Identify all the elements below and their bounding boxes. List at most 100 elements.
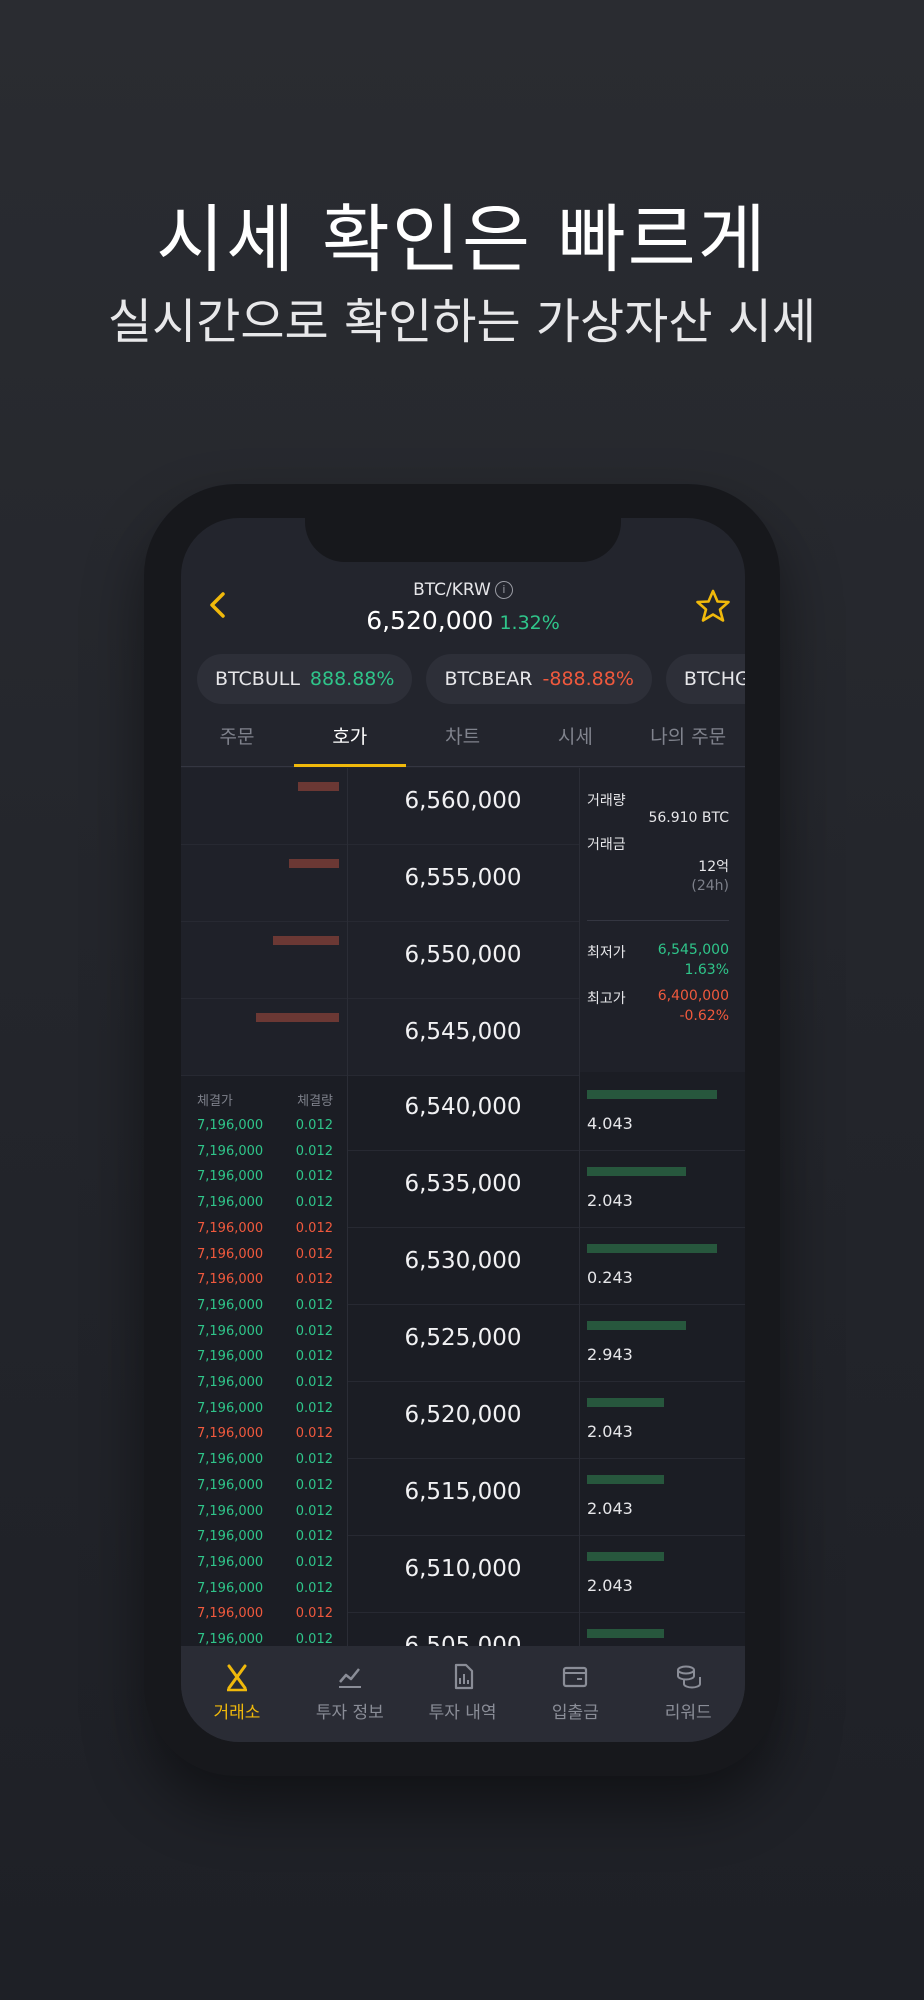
nav-label: 입출금 bbox=[551, 1703, 599, 1723]
nav-item-1[interactable]: 투자 정보 bbox=[294, 1656, 406, 1736]
trade-price: 7,196,000 bbox=[197, 1606, 264, 1622]
order-book: 거래량 56.910 BTC 거래금 12억 (24h) 최저가 6,545,0… bbox=[181, 768, 745, 1690]
bid-depth-bar bbox=[587, 1475, 664, 1484]
chip-name: BTCHG bbox=[683, 668, 745, 690]
hero-title: 시세 확인은 빠르게 bbox=[156, 197, 768, 283]
chip-btcbull[interactable]: BTCBULL 888.88% bbox=[197, 654, 413, 704]
chip-change: 888.88% bbox=[309, 668, 395, 690]
ask-row[interactable]: 0.2336,560,000 bbox=[181, 768, 579, 845]
bid-quantity: 0.243 bbox=[587, 1268, 633, 1287]
trade-row: 7,196,000 0.012 bbox=[197, 1272, 333, 1296]
chip-change: -888.88% bbox=[542, 668, 634, 690]
tab-2[interactable]: 차트 bbox=[407, 714, 519, 766]
trade-row: 7,196,000 0.012 bbox=[197, 1247, 333, 1271]
document-icon bbox=[454, 1663, 473, 1690]
bid-depth-bar bbox=[587, 1629, 664, 1638]
trade-price: 7,196,000 bbox=[197, 1118, 264, 1133]
chart-trend-icon bbox=[338, 1668, 361, 1688]
detail-tabs: 주문 호가 차트 시세 나의 주문 bbox=[181, 714, 745, 767]
nav-item-2[interactable]: 투자 내역 bbox=[407, 1656, 519, 1736]
phone-screen: BTC/KRW i 6,520,000 1.32% BTCBULL 888.88% BT… bbox=[181, 518, 745, 1742]
bid-price: 6,530,000 bbox=[404, 1248, 522, 1274]
bid-row[interactable]: 6,520,000 2.043 bbox=[347, 1382, 745, 1459]
bid-quantity: 2.043 bbox=[587, 1422, 633, 1441]
bid-row[interactable]: 6,530,000 0.243 bbox=[347, 1228, 745, 1305]
trade-quantity: 0.012 bbox=[295, 1118, 333, 1133]
amount-period: (24h) bbox=[691, 878, 729, 894]
ask-price: 6,550,000 bbox=[404, 942, 522, 968]
trade-quantity: 0.012 bbox=[295, 1143, 333, 1159]
price-value: 6,520,000 bbox=[366, 606, 494, 635]
tab-3[interactable]: 시세 bbox=[519, 714, 631, 766]
nav-item-0[interactable]: 거래소 bbox=[181, 1656, 293, 1736]
bid-row[interactable]: 6,515,000 2.043 bbox=[347, 1459, 745, 1536]
trade-row: 7,196,000 0.012 bbox=[197, 1504, 333, 1528]
ask-row[interactable]: 0.2336,555,000 bbox=[181, 845, 579, 922]
ask-price: 6,560,000 bbox=[404, 788, 522, 814]
trade-price: 7,196,000 bbox=[197, 1297, 264, 1313]
trade-price: 7,196,000 bbox=[197, 1375, 264, 1390]
trade-quantity: 0.012 bbox=[295, 1246, 333, 1262]
trade-row: 7,196,000 0.012 bbox=[197, 1349, 333, 1373]
trade-quantity: 0.012 bbox=[295, 1323, 333, 1339]
bid-depth-bar bbox=[587, 1244, 717, 1253]
nav-label: 투자 내역 bbox=[428, 1703, 497, 1723]
trade-quantity: 0.012 bbox=[295, 1375, 333, 1390]
bid-price: 6,525,000 bbox=[404, 1325, 522, 1351]
coins-icon bbox=[677, 1665, 702, 1689]
bid-row[interactable]: 6,535,000 2.043 bbox=[347, 1151, 745, 1228]
trade-price: 7,196,000 bbox=[197, 1503, 264, 1519]
trade-quantity: 0.012 bbox=[295, 1632, 333, 1647]
chip-btcbear[interactable]: BTCBEAR -888.88% bbox=[426, 654, 652, 704]
info-icon[interactable]: i bbox=[494, 581, 513, 599]
market-stats-panel: 거래량 56.910 BTC 거래금 12억 (24h) 최저가 6,545,0… bbox=[579, 768, 745, 1072]
bid-row[interactable]: 6,540,000 4.043 bbox=[347, 1074, 745, 1151]
tab-0[interactable]: 주문 bbox=[181, 714, 293, 766]
ask-depth-bar bbox=[298, 782, 339, 791]
trade-price: 7,196,000 bbox=[197, 1246, 264, 1262]
trade-price: 7,196,000 bbox=[197, 1195, 264, 1211]
bid-quantity: 2.943 bbox=[587, 1345, 633, 1364]
trade-quantity: 0.012 bbox=[295, 1297, 333, 1313]
trade-price: 7,196,000 bbox=[197, 1426, 264, 1442]
market-pair[interactable]: BTC/KRW i bbox=[181, 580, 745, 600]
chip-name: BTCBULL bbox=[215, 668, 300, 690]
bid-row[interactable]: 6,525,000 2.943 bbox=[347, 1305, 745, 1382]
bid-price: 6,515,000 bbox=[404, 1479, 522, 1505]
tab-4[interactable]: 나의 주문 bbox=[632, 714, 744, 766]
trade-quantity: 0.012 bbox=[295, 1220, 333, 1236]
ask-row[interactable]: 4.0436,545,000 bbox=[181, 999, 579, 1076]
trade-quantity: 0.012 bbox=[295, 1426, 333, 1442]
low-value: 6,545,000 bbox=[657, 942, 729, 958]
tab-1[interactable]: 호가 bbox=[293, 714, 406, 767]
ask-row[interactable]: 3.3426,550,000 bbox=[181, 922, 579, 999]
trade-quantity: 0.012 bbox=[295, 1477, 333, 1493]
bottom-navigation: 거래소 투자 정보 투자 내역 입출금 리워드 bbox=[181, 1646, 745, 1742]
trade-row: 7,196,000 0.012 bbox=[197, 1221, 333, 1245]
amount-label: 거래금 bbox=[587, 837, 626, 853]
high-label: 최고가 bbox=[587, 991, 626, 1007]
nav-item-4[interactable]: 리워드 bbox=[632, 1656, 744, 1736]
price-change: 1.32% bbox=[499, 612, 560, 634]
bid-depth-bar bbox=[587, 1321, 686, 1330]
trade-quantity: 0.012 bbox=[295, 1169, 333, 1185]
trade-price: 7,196,000 bbox=[197, 1477, 264, 1493]
trade-row: 7,196,000 0.012 bbox=[197, 1195, 333, 1219]
bid-price: 6,535,000 bbox=[404, 1171, 522, 1197]
bid-price: 6,520,000 bbox=[404, 1402, 522, 1428]
nav-item-3[interactable]: 입출금 bbox=[519, 1656, 631, 1736]
trade-row: 7,196,000 0.012 bbox=[197, 1298, 333, 1322]
wallet-icon bbox=[563, 1666, 588, 1688]
high-percent: -0.62% bbox=[679, 1008, 729, 1024]
ask-depth-bar bbox=[273, 936, 339, 945]
chip-btchg[interactable]: BTCHG- bbox=[665, 654, 745, 704]
trade-price-header: 체결가 bbox=[197, 1094, 233, 1109]
bid-row[interactable]: 6,510,000 2.043 bbox=[347, 1536, 745, 1613]
ask-depth-bar bbox=[256, 1013, 339, 1022]
trade-price: 7,196,000 bbox=[197, 1580, 264, 1596]
bid-price: 6,540,000 bbox=[404, 1094, 522, 1120]
ask-depth-bar bbox=[289, 859, 339, 868]
volume-value: 56.910 BTC bbox=[648, 810, 729, 826]
trade-row: 7,196,000 0.012 bbox=[197, 1118, 333, 1142]
volume-label: 거래량 bbox=[587, 793, 626, 809]
